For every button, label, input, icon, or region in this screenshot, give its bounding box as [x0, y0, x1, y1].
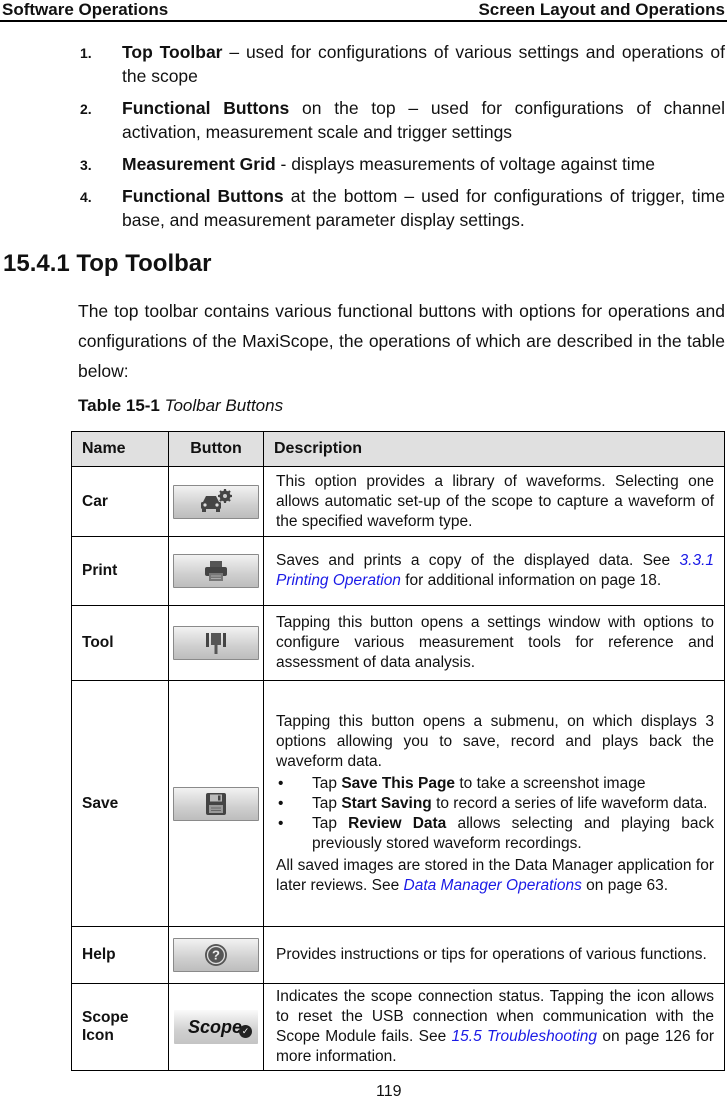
- page-number: 119: [376, 1083, 402, 1100]
- measurement-tool-icon: [206, 633, 226, 654]
- list-item: 2. Functional Buttons on the top – used f…: [80, 96, 725, 144]
- scope-status-icon: Scope: [188, 1017, 243, 1037]
- table-caption: Table 15-1 Toolbar Buttons: [78, 396, 283, 416]
- toolbar-buttons-table: Name Button Description Car This option …: [71, 431, 725, 1071]
- list-item: Tap Save This Page to take a screenshot …: [276, 774, 714, 794]
- table-row: Tool Tapping this button opens a setting…: [71, 605, 725, 681]
- troubleshooting-link[interactable]: 15.5 Troubleshooting: [452, 1028, 598, 1045]
- check-icon: ✓: [239, 1025, 252, 1038]
- table-row: Print Saves and prints a copy of the dis…: [71, 536, 725, 606]
- row-description: Tapping this button opens a submenu, on …: [263, 680, 725, 927]
- row-name: Tool: [71, 605, 169, 681]
- table-row: Save Tapping this button opens a submenu…: [71, 680, 725, 927]
- row-description: Indicates the scope connection status. T…: [263, 983, 725, 1071]
- page-header: Software Operations Screen Layout and Op…: [0, 0, 727, 22]
- list-item: 4. Functional Buttons at the bottom – use…: [80, 184, 725, 232]
- tool-button[interactable]: [173, 626, 259, 660]
- header-name: Name: [71, 431, 169, 467]
- table-row: Scope Icon Scope ✓ Indicates the scope c…: [71, 983, 725, 1071]
- row-name: Car: [71, 466, 169, 537]
- printer-icon: [205, 561, 227, 581]
- save-intro: Tapping this button opens a submenu, on …: [276, 712, 714, 770]
- list-number: 4.: [80, 189, 92, 205]
- table-header-row: Name Button Description: [71, 431, 725, 467]
- row-description: Saves and prints a copy of the displayed…: [263, 536, 725, 606]
- print-button[interactable]: [173, 554, 259, 588]
- list-number: 1.: [80, 45, 92, 61]
- list-item: 1. Top Toolbar – used for configurations …: [80, 40, 725, 88]
- row-name: Scope Icon: [71, 983, 169, 1071]
- header-chapter: Software Operations: [2, 0, 169, 19]
- list-number: 3.: [80, 157, 92, 173]
- table-row: Help ? Provides instructions or tips for…: [71, 926, 725, 984]
- row-description: Provides instructions or tips for operat…: [263, 926, 725, 984]
- list-item: Tap Start Saving to record a series of l…: [276, 794, 714, 814]
- scope-status-button[interactable]: Scope ✓: [174, 1010, 258, 1044]
- header-button: Button: [168, 431, 264, 467]
- save-outro: All saved images are stored in the Data …: [276, 856, 714, 894]
- row-description: Tapping this button opens a settings win…: [263, 605, 725, 681]
- data-manager-link[interactable]: Data Manager Operations: [404, 877, 582, 894]
- header-section: Screen Layout and Operations: [478, 0, 725, 19]
- help-button[interactable]: ?: [173, 938, 259, 972]
- save-options-list: Tap Save This Page to take a screenshot …: [276, 774, 714, 854]
- floppy-disk-icon: [206, 792, 226, 815]
- list-text: - displays measurements of voltage again…: [275, 154, 655, 174]
- car-button[interactable]: [173, 484, 259, 519]
- row-name: Print: [71, 536, 169, 606]
- caption-label: Table 15-1: [78, 396, 160, 415]
- row-name: Help: [71, 926, 169, 984]
- list-term: Top Toolbar: [122, 42, 223, 62]
- list-item: 3. Measurement Grid - displays measuremen…: [80, 152, 725, 176]
- row-description: This option provides a library of wavefo…: [263, 466, 725, 537]
- list-item: Tap Review Data allows selecting and pla…: [276, 814, 714, 854]
- row-name: Save: [71, 680, 169, 927]
- list-term: Functional Buttons: [122, 98, 290, 118]
- help-question-icon: ?: [205, 944, 227, 966]
- section-paragraph: The top toolbar contains various functio…: [78, 301, 725, 381]
- list-term: Functional Buttons: [122, 186, 284, 206]
- caption-title: Toolbar Buttons: [164, 396, 284, 415]
- list-term: Measurement Grid: [122, 154, 276, 174]
- svg-text:?: ?: [212, 948, 220, 963]
- numbered-list: 1. Top Toolbar – used for configurations …: [80, 40, 725, 240]
- car-settings-icon: [201, 488, 232, 512]
- section-heading: 15.4.1 Top Toolbar: [3, 250, 212, 277]
- header-description: Description: [263, 431, 725, 467]
- table-row: Car This option provides a library of wa…: [71, 466, 725, 537]
- list-number: 2.: [80, 101, 92, 117]
- save-button[interactable]: [173, 786, 259, 821]
